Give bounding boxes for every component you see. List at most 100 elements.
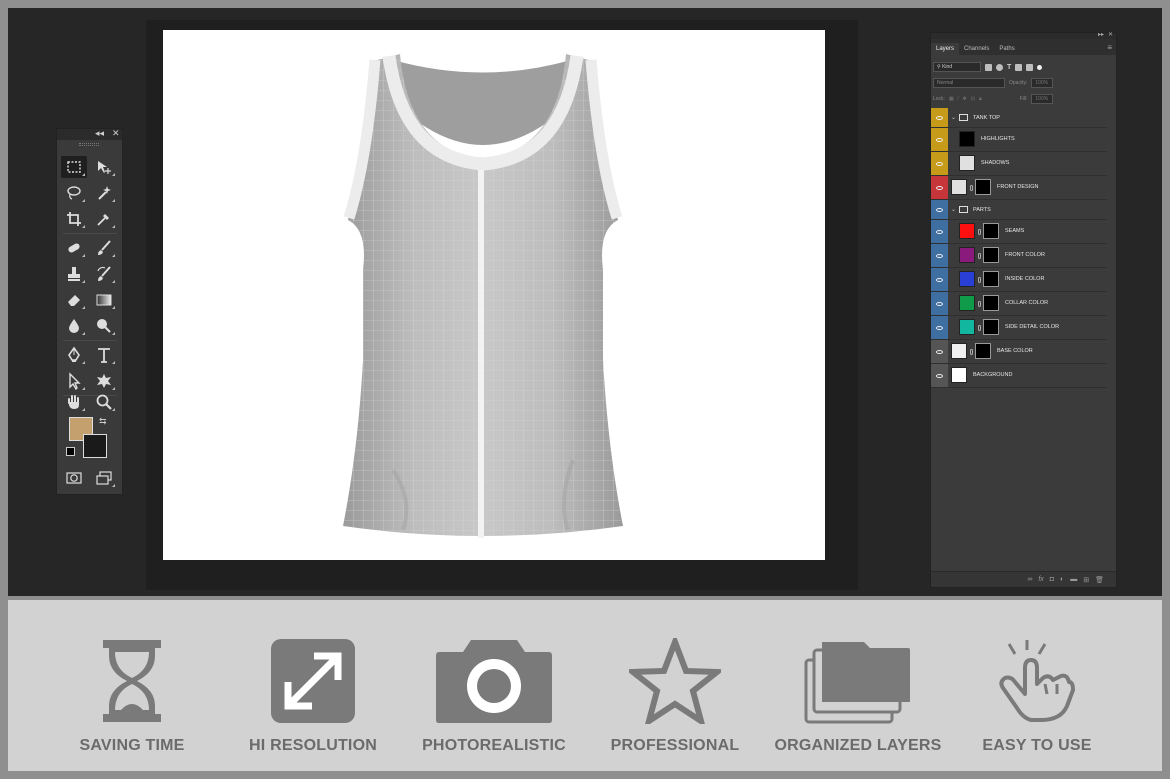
hand-tool[interactable] [61,391,87,413]
spot-healing-tool[interactable] [61,237,87,259]
link-icon[interactable] [970,185,973,191]
move-tool[interactable] [91,156,117,178]
rectangular-marquee-tool[interactable] [61,156,87,178]
double-chevron-icon[interactable]: ▸▸ [1098,31,1104,38]
smart-object-filter-icon[interactable] [1026,63,1034,71]
lock-all-icon[interactable]: 🔒︎ [979,96,982,102]
new-layer-icon[interactable]: ⊞ [1083,576,1089,584]
link-icon[interactable] [970,349,973,355]
folder-icon[interactable]: ▬ [1070,576,1077,583]
layer-mask-thumbnail[interactable] [975,179,991,195]
layer-row[interactable]: FRONT DESIGN [931,176,1107,200]
layer-mask-thumbnail[interactable] [975,343,991,359]
layer-mask-thumbnail[interactable] [983,223,999,239]
layer-row[interactable]: SEAMS [931,220,1107,244]
expand-caret-icon[interactable]: ⌄ [951,114,956,121]
layer-row[interactable]: HIGHLIGHTS [931,128,1107,152]
type-tool[interactable] [91,344,117,366]
background-color-swatch[interactable] [83,434,107,458]
pixel-filter-icon[interactable] [985,63,992,71]
shape-filter-icon[interactable] [1015,63,1023,71]
tab-paths[interactable]: Paths [994,43,1019,55]
expand-caret-icon[interactable]: ⌄ [951,206,956,213]
visibility-eye-icon[interactable] [931,200,948,219]
blend-mode-select[interactable]: Normal [933,78,1005,88]
layer-row[interactable]: FRONT COLOR [931,244,1107,268]
layer-row[interactable]: COLLAR COLOR [931,292,1107,316]
zoom-tool[interactable] [91,391,117,413]
layer-mask-thumbnail[interactable] [983,271,999,287]
layer-row[interactable]: INSIDE COLOR [931,268,1107,292]
blur-tool[interactable] [61,315,87,337]
pen-tool[interactable] [61,344,87,366]
mask-icon[interactable]: ◘ [1050,576,1054,583]
layer-row[interactable]: BASE COLOR [931,340,1107,364]
clone-stamp-tool[interactable] [61,263,87,285]
brush-tool[interactable] [91,237,117,259]
layer-mask-thumbnail[interactable] [983,247,999,263]
visibility-eye-icon[interactable] [931,292,948,315]
eyedropper-tool[interactable] [91,208,117,230]
link-icon[interactable] [978,301,981,307]
layer-mask-thumbnail[interactable] [983,319,999,335]
tab-layers[interactable]: Layers [931,43,960,55]
layer-row[interactable]: BACKGROUND [931,364,1107,388]
layer-row[interactable]: ⌄ PARTS [931,200,1107,220]
path-selection-tool[interactable] [61,370,87,392]
lock-artboard-icon[interactable]: ⊡ [971,96,975,102]
screen-mode-button[interactable] [91,467,117,489]
lock-position-icon[interactable]: ✥ [963,96,967,102]
visibility-eye-icon[interactable] [931,176,948,199]
visibility-eye-icon[interactable] [931,244,948,267]
visibility-eye-icon[interactable] [931,340,948,363]
dodge-tool[interactable] [91,315,117,337]
link-icon[interactable] [978,325,981,331]
layer-row[interactable]: SIDE DETAIL COLOR [931,316,1107,340]
fx-icon[interactable]: fx [1038,576,1043,583]
close-icon[interactable]: ✕ [112,128,120,139]
link-icon[interactable] [978,253,981,259]
visibility-eye-icon[interactable] [931,152,948,175]
quick-mask-button[interactable] [61,467,87,489]
visibility-eye-icon[interactable] [931,316,948,339]
custom-shape-tool[interactable] [91,370,117,392]
link-icon[interactable] [978,229,981,235]
gradient-tool[interactable] [91,289,117,311]
visibility-eye-icon[interactable] [931,220,948,243]
crop-tool[interactable] [61,208,87,230]
adjustment-icon[interactable]: ◐ [1060,576,1064,583]
layer-mask-thumbnail[interactable] [983,295,999,311]
opacity-field[interactable]: 100% [1031,78,1054,88]
link-icon[interactable]: ∞ [1027,576,1032,583]
lasso-tool[interactable] [61,182,87,204]
panel-menu-icon[interactable]: ≡ [1107,43,1112,52]
adjustment-filter-icon[interactable] [996,63,1003,71]
visibility-eye-icon[interactable] [931,128,948,151]
eraser-tool[interactable] [61,289,87,311]
close-icon[interactable]: ✕ [1108,31,1113,38]
filter-toggle-icon[interactable] [1037,64,1043,70]
link-icon[interactable] [978,277,981,283]
visibility-eye-icon[interactable] [931,364,948,387]
layer-thumbnail [951,343,967,359]
swap-colors-icon[interactable]: ⇆ [99,416,107,427]
double-chevron-icon[interactable]: ◂◂ [95,128,104,139]
type-filter-icon[interactable]: T [1007,64,1011,71]
layer-row[interactable]: SHADOWS [931,152,1107,176]
history-brush-tool[interactable] [91,263,117,285]
trash-icon[interactable]: 🗑︎ [1095,576,1104,584]
lock-pixels-icon[interactable]: ▦ [949,96,954,102]
magic-wand-tool[interactable] [91,182,117,204]
tools-panel-header[interactable]: ◂◂ ✕ [57,128,122,140]
panel-grip[interactable] [79,143,99,146]
tab-channels[interactable]: Channels [959,43,994,55]
filter-kind-select[interactable]: ⚲ Kind [933,62,981,72]
layer-row[interactable]: ⌄ TANK TOP [931,108,1107,128]
canvas[interactable] [163,30,825,560]
fill-field[interactable]: 100% [1031,94,1054,104]
visibility-eye-icon[interactable] [931,108,948,127]
visibility-eye-icon[interactable] [931,268,948,291]
feature-saving-time: SAVING TIME [42,600,222,771]
default-colors-icon[interactable] [66,447,75,456]
lock-brush-icon[interactable]: ⁄ [958,96,959,102]
